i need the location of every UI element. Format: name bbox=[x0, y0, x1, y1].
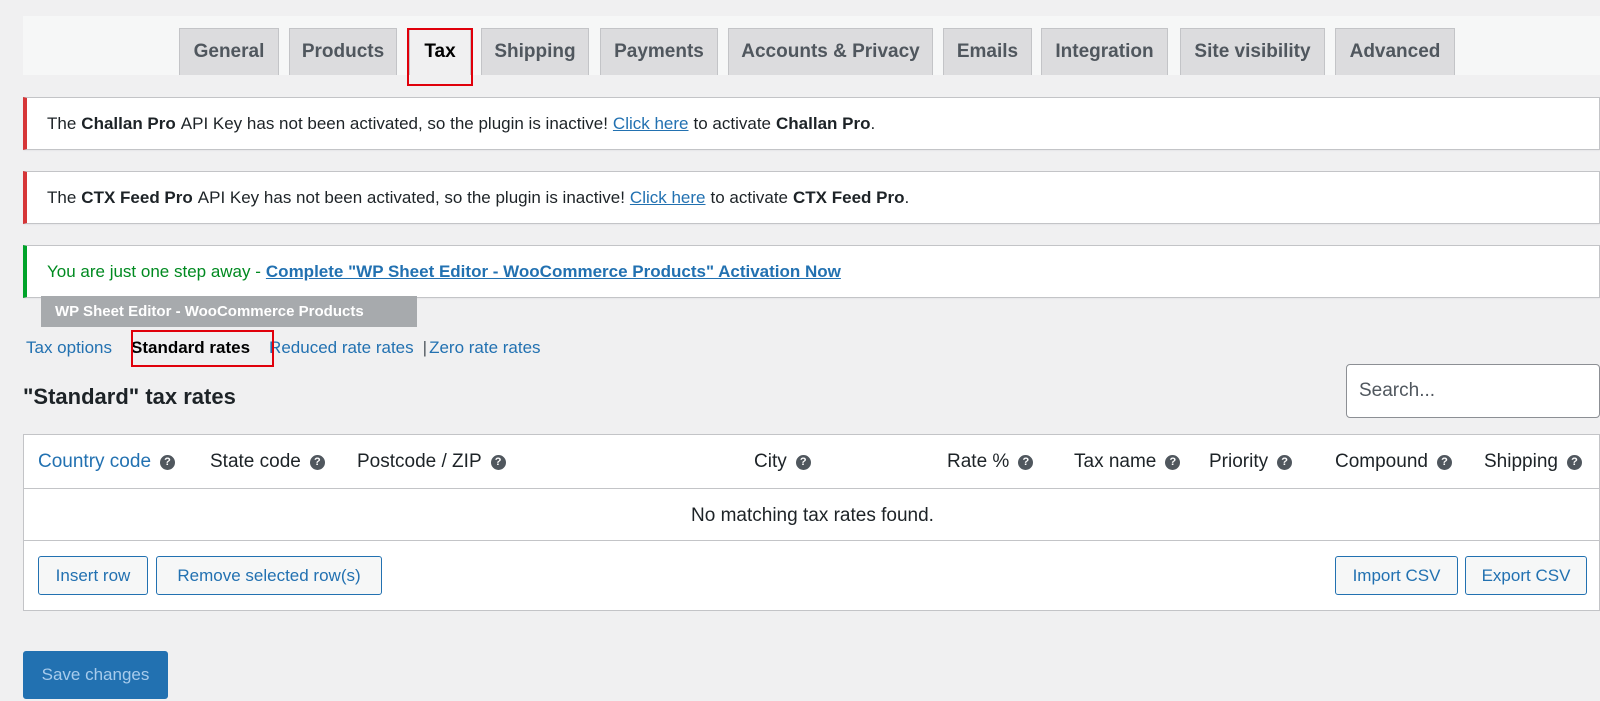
tax-rates-table: Country code ? State code ? Postcode / Z… bbox=[23, 434, 1600, 611]
notice-text: to activate bbox=[693, 113, 772, 133]
notice-text: . bbox=[870, 113, 876, 133]
column-label: Tax name bbox=[1074, 451, 1157, 472]
tab-site-visibility[interactable]: Site visibility bbox=[1180, 28, 1325, 75]
column-label: Postcode / ZIP bbox=[357, 451, 482, 472]
column-state-code: State code ? bbox=[210, 451, 325, 473]
column-label: Compound bbox=[1335, 451, 1428, 472]
tab-accounts-privacy[interactable]: Accounts & Privacy bbox=[728, 28, 933, 75]
help-icon[interactable]: ? bbox=[1566, 454, 1582, 470]
column-label: State code bbox=[210, 451, 301, 472]
column-city: City ? bbox=[754, 451, 811, 473]
help-icon[interactable]: ? bbox=[490, 454, 506, 470]
page-section-title: "Standard" tax rates bbox=[23, 384, 236, 409]
ctx-activate-link[interactable]: Click here bbox=[630, 188, 706, 208]
help-icon[interactable]: ? bbox=[309, 454, 325, 470]
help-icon[interactable]: ? bbox=[1277, 454, 1293, 470]
table-header-divider bbox=[24, 488, 1599, 489]
notice-plugin-name: Challan Pro bbox=[81, 113, 176, 133]
save-changes-button[interactable]: Save changes bbox=[23, 651, 168, 699]
notice-plugin-name: CTX Feed Pro bbox=[793, 187, 905, 207]
tax-section-subnav: Tax options Standard rates Reduced rate … bbox=[26, 333, 541, 363]
column-label: Shipping bbox=[1484, 451, 1558, 472]
export-csv-button[interactable]: Export CSV bbox=[1465, 556, 1587, 595]
notice-ctx-feed-pro: The CTX Feed Pro API Key has not been ac… bbox=[23, 171, 1600, 224]
column-tax-name: Tax name ? bbox=[1074, 451, 1181, 473]
tab-advanced[interactable]: Advanced bbox=[1335, 28, 1455, 75]
notice-challan-pro: The Challan Pro API Key has not been act… bbox=[23, 97, 1600, 150]
column-label: City bbox=[754, 451, 787, 472]
import-csv-button[interactable]: Import CSV bbox=[1335, 556, 1458, 595]
remove-selected-rows-button[interactable]: Remove selected row(s) bbox=[156, 556, 382, 595]
column-label: Priority bbox=[1209, 451, 1269, 472]
notice-plugin-name: Challan Pro bbox=[776, 113, 871, 133]
notice-text: to activate bbox=[710, 187, 789, 207]
column-label: Country code bbox=[38, 451, 152, 472]
notice-text: The bbox=[47, 113, 77, 133]
tab-general[interactable]: General bbox=[179, 28, 279, 75]
subnav-standard-rates[interactable]: Standard rates bbox=[131, 338, 250, 358]
tab-shipping[interactable]: Shipping bbox=[481, 28, 589, 75]
subnav-separator: | bbox=[422, 338, 428, 357]
help-icon[interactable]: ? bbox=[160, 454, 176, 470]
tab-payments[interactable]: Payments bbox=[600, 28, 718, 75]
sheet-editor-activation-link[interactable]: Complete "WP Sheet Editor - WooCommerce … bbox=[266, 262, 841, 282]
subnav-reduced-rates[interactable]: Reduced rate rates bbox=[269, 338, 414, 358]
notice-wp-sheet-editor: You are just one step away - Complete "W… bbox=[23, 245, 1600, 298]
column-postcode: Postcode / ZIP ? bbox=[357, 451, 506, 473]
subnav-tax-options[interactable]: Tax options bbox=[26, 338, 112, 358]
table-footer-divider bbox=[24, 540, 1599, 541]
help-icon[interactable]: ? bbox=[1165, 454, 1181, 470]
subnav-zero-rates[interactable]: Zero rate rates bbox=[429, 338, 541, 358]
notice-text: API Key has not been activated, so the p… bbox=[180, 113, 608, 133]
column-priority: Priority ? bbox=[1209, 451, 1293, 473]
notice-text: . bbox=[904, 187, 910, 207]
search-input[interactable] bbox=[1346, 364, 1600, 418]
insert-row-button[interactable]: Insert row bbox=[38, 556, 148, 595]
column-rate: Rate % ? bbox=[947, 451, 1034, 473]
help-icon[interactable]: ? bbox=[1018, 454, 1034, 470]
tab-integration[interactable]: Integration bbox=[1041, 28, 1168, 75]
column-shipping: Shipping ? bbox=[1484, 451, 1582, 473]
notice-plugin-name: CTX Feed Pro bbox=[81, 187, 193, 207]
help-icon[interactable]: ? bbox=[795, 454, 811, 470]
notice-text: You are just one step away - bbox=[47, 261, 261, 281]
challan-activate-link[interactable]: Click here bbox=[613, 114, 689, 134]
notice-text: API Key has not been activated, so the p… bbox=[197, 187, 625, 207]
column-compound: Compound ? bbox=[1335, 451, 1452, 473]
tab-emails[interactable]: Emails bbox=[943, 28, 1032, 75]
column-country-code[interactable]: Country code ? bbox=[38, 451, 176, 473]
table-empty-message: No matching tax rates found. bbox=[691, 505, 934, 526]
plugin-badge: WP Sheet Editor - WooCommerce Products bbox=[41, 296, 417, 327]
column-label: Rate % bbox=[947, 451, 1010, 472]
tab-products[interactable]: Products bbox=[289, 28, 397, 75]
tab-tax[interactable]: Tax bbox=[409, 28, 471, 75]
help-icon[interactable]: ? bbox=[1436, 454, 1452, 470]
notice-text: The bbox=[47, 187, 77, 207]
